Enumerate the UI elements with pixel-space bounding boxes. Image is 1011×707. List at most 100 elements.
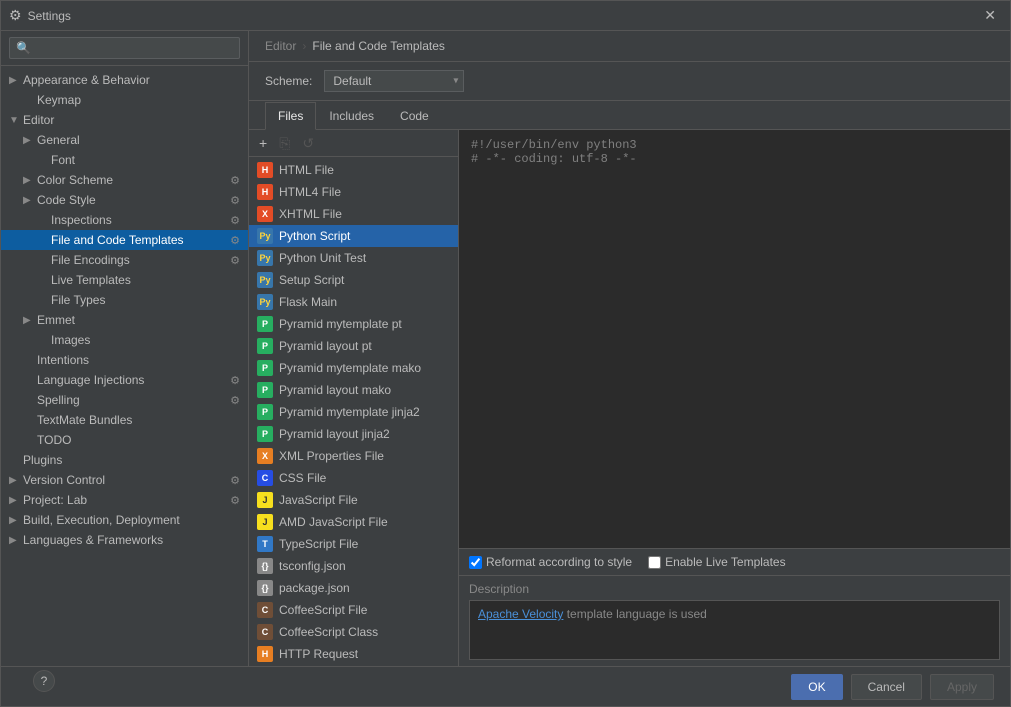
sidebar-item-label: File and Code Templates: [51, 233, 230, 247]
list-item[interactable]: C CoffeeScript Class: [249, 621, 458, 643]
sidebar-item-label: File Types: [51, 293, 240, 307]
sidebar-item-version-control[interactable]: ▶ Version Control ⚙: [1, 470, 248, 490]
gear-icon: ⚙: [230, 194, 240, 207]
file-item-label: Pyramid mytemplate jinja2: [279, 405, 420, 419]
sidebar-item-language-injections[interactable]: Language Injections ⚙: [1, 370, 248, 390]
list-item[interactable]: Py Setup Script: [249, 269, 458, 291]
sidebar-item-inspections[interactable]: Inspections ⚙: [1, 210, 248, 230]
sidebar-item-file-types[interactable]: File Types: [1, 290, 248, 310]
sidebar-item-todo[interactable]: TODO: [1, 430, 248, 450]
list-item[interactable]: P Pyramid layout mako: [249, 379, 458, 401]
breadcrumb-parent: Editor: [265, 39, 296, 53]
sidebar-item-label: General: [37, 133, 240, 147]
list-item[interactable]: P Pyramid layout pt: [249, 335, 458, 357]
file-type-icon: Py: [257, 250, 273, 266]
help-button[interactable]: ?: [33, 670, 55, 692]
sidebar-item-editor[interactable]: ▼ Editor: [1, 110, 248, 130]
list-item[interactable]: {} tsconfig.json: [249, 555, 458, 577]
window-icon: ⚙: [9, 7, 22, 24]
expand-arrow: ▶: [23, 175, 37, 186]
gear-icon: ⚙: [230, 254, 240, 267]
sidebar-item-file-encodings[interactable]: File Encodings ⚙: [1, 250, 248, 270]
live-templates-checkbox[interactable]: [648, 556, 661, 569]
close-button[interactable]: ✕: [978, 5, 1002, 26]
file-item-label: HTML File: [279, 163, 334, 177]
sidebar-item-label: Version Control: [23, 473, 230, 487]
sidebar-item-spelling[interactable]: Spelling ⚙: [1, 390, 248, 410]
list-item[interactable]: P Pyramid mytemplate mako: [249, 357, 458, 379]
ok-button[interactable]: OK: [791, 674, 842, 700]
sidebar-item-label: File Encodings: [51, 253, 230, 267]
expand-arrow: ▶: [9, 495, 23, 506]
tab-files[interactable]: Files: [265, 102, 316, 130]
list-item[interactable]: Py Python Unit Test: [249, 247, 458, 269]
list-item[interactable]: H HTTP Request: [249, 643, 458, 665]
sidebar-item-label: Language Injections: [37, 373, 230, 387]
list-item[interactable]: J AMD JavaScript File: [249, 511, 458, 533]
file-type-icon: C: [257, 602, 273, 618]
reset-button[interactable]: ↺: [298, 134, 318, 152]
list-item[interactable]: J JavaScript File: [249, 489, 458, 511]
search-input[interactable]: [9, 37, 240, 59]
scheme-select[interactable]: Default Project: [324, 70, 464, 92]
apache-velocity-link[interactable]: Apache Velocity: [478, 607, 563, 621]
sidebar-item-project[interactable]: ▶ Project: Lab ⚙: [1, 490, 248, 510]
sidebar-item-intentions[interactable]: Intentions: [1, 350, 248, 370]
tab-code[interactable]: Code: [387, 102, 442, 130]
file-item-label: Pyramid layout jinja2: [279, 427, 390, 441]
gear-icon: ⚙: [230, 474, 240, 487]
sidebar-item-color-scheme[interactable]: ▶ Color Scheme ⚙: [1, 170, 248, 190]
sidebar-item-file-templates[interactable]: File and Code Templates ⚙: [1, 230, 248, 250]
sidebar-item-code-style[interactable]: ▶ Code Style ⚙: [1, 190, 248, 210]
file-type-icon: Py: [257, 294, 273, 310]
list-item[interactable]: H HTML4 File: [249, 181, 458, 203]
sidebar-item-plugins[interactable]: Plugins: [1, 450, 248, 470]
file-type-icon: H: [257, 184, 273, 200]
list-item[interactable]: P Pyramid layout jinja2: [249, 423, 458, 445]
list-item[interactable]: P Pyramid mytemplate pt: [249, 313, 458, 335]
list-item[interactable]: P Pyramid mytemplate jinja2: [249, 401, 458, 423]
sidebar-item-label: TextMate Bundles: [37, 413, 240, 427]
tab-includes[interactable]: Includes: [316, 102, 387, 130]
list-item[interactable]: C CoffeeScript File: [249, 599, 458, 621]
reformat-checkbox-label[interactable]: Reformat according to style: [469, 555, 632, 569]
sidebar-item-textmate[interactable]: TextMate Bundles: [1, 410, 248, 430]
list-item[interactable]: X XML Properties File: [249, 445, 458, 467]
list-item[interactable]: T TypeScript File: [249, 533, 458, 555]
file-item-label: Python Script: [279, 229, 350, 243]
sidebar-tree: ▶ Appearance & Behavior Keymap ▼ Editor …: [1, 66, 248, 666]
list-item[interactable]: Py Python Script: [249, 225, 458, 247]
list-item[interactable]: C CSS File: [249, 467, 458, 489]
sidebar-item-general[interactable]: ▶ General: [1, 130, 248, 150]
sidebar-item-live-templates[interactable]: Live Templates: [1, 270, 248, 290]
code-editor[interactable]: #!/user/bin/env python3 # -*- coding: ut…: [459, 130, 1010, 548]
list-item[interactable]: Py Flask Main: [249, 291, 458, 313]
sidebar-item-keymap[interactable]: Keymap: [1, 90, 248, 110]
breadcrumb-separator: ›: [302, 39, 306, 53]
tabs-bar: Files Includes Code: [249, 101, 1010, 130]
file-type-icon: Py: [257, 228, 273, 244]
sidebar-item-images[interactable]: Images: [1, 330, 248, 350]
main-content: ▶ Appearance & Behavior Keymap ▼ Editor …: [1, 31, 1010, 666]
sidebar-item-emmet[interactable]: ▶ Emmet: [1, 310, 248, 330]
copy-button[interactable]: ⎘: [275, 134, 294, 152]
list-item[interactable]: X XHTML File: [249, 203, 458, 225]
file-type-icon: P: [257, 404, 273, 420]
add-button[interactable]: +: [255, 134, 271, 152]
sidebar-item-appearance[interactable]: ▶ Appearance & Behavior: [1, 70, 248, 90]
apply-button[interactable]: Apply: [930, 674, 994, 700]
list-item[interactable]: H HTML File: [249, 159, 458, 181]
reformat-checkbox[interactable]: [469, 556, 482, 569]
live-templates-checkbox-label[interactable]: Enable Live Templates: [648, 555, 786, 569]
cancel-button[interactable]: Cancel: [851, 674, 922, 700]
sidebar-item-label: Code Style: [37, 193, 230, 207]
sidebar-item-build[interactable]: ▶ Build, Execution, Deployment: [1, 510, 248, 530]
sidebar-item-label: Live Templates: [51, 273, 240, 287]
list-item[interactable]: {} package.json: [249, 577, 458, 599]
file-item-label: XHTML File: [279, 207, 342, 221]
sidebar-item-languages[interactable]: ▶ Languages & Frameworks: [1, 530, 248, 550]
sidebar-item-font[interactable]: Font: [1, 150, 248, 170]
description-text: template language is used: [563, 607, 706, 621]
editor-options: Reformat according to style Enable Live …: [459, 548, 1010, 575]
expand-arrow: ▶: [9, 75, 23, 86]
